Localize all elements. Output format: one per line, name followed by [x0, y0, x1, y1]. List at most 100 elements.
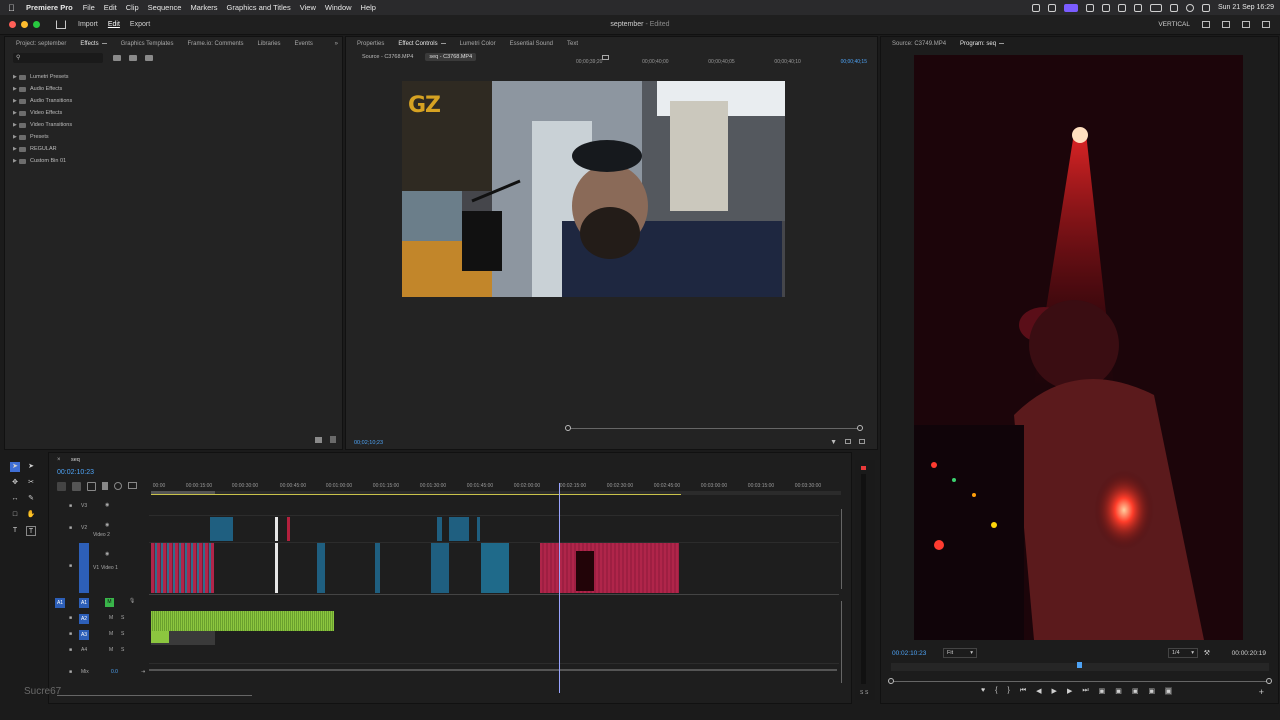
yuv-effects-icon[interactable]: [145, 55, 153, 61]
status-icon[interactable]: [1063, 3, 1078, 12]
comparison-view-icon[interactable]: ▣: [1149, 687, 1156, 695]
video-clip[interactable]: [317, 543, 325, 593]
video-clip[interactable]: [275, 543, 278, 593]
lift-icon[interactable]: ▣: [1099, 687, 1106, 695]
status-icon[interactable]: [1085, 3, 1094, 12]
mute-button[interactable]: M: [109, 631, 113, 637]
list-item[interactable]: ▶ Presets: [13, 131, 342, 143]
timeline-ruler-labels[interactable]: 00:00 00:00:15:00 00:00:30:00 00:00:45:0…: [153, 483, 833, 491]
timeline-playhead[interactable]: [559, 483, 560, 693]
solo-button[interactable]: S: [121, 631, 124, 637]
video-clip[interactable]: [287, 517, 290, 541]
track-header-a3[interactable]: ■ A3 M S: [53, 629, 149, 643]
close-tab-icon[interactable]: ×: [57, 457, 61, 463]
share-icon[interactable]: [1222, 21, 1230, 28]
new-bin-icon[interactable]: [113, 55, 121, 61]
add-marker-icon[interactable]: [102, 482, 108, 490]
wifi-icon[interactable]: [1169, 3, 1178, 12]
track-header-a4[interactable]: ■ A4 M S: [53, 645, 149, 659]
minimize-window-button[interactable]: [21, 21, 28, 28]
tab-libraries[interactable]: Libraries: [251, 41, 288, 47]
zoom-window-button[interactable]: [33, 21, 40, 28]
effect-controls-timecode[interactable]: 00;02;10;23: [354, 440, 383, 446]
snap-icon[interactable]: [72, 482, 81, 491]
more-tabs-icon[interactable]: »: [335, 41, 338, 47]
tab-frameio-comments[interactable]: Frame.io: Comments: [181, 41, 251, 47]
scroll-handle-right[interactable]: [857, 425, 863, 431]
new-custom-bin-icon[interactable]: [315, 437, 322, 443]
sequence-tab[interactable]: seq: [71, 457, 80, 463]
ripple-edit-tool-icon[interactable]: ✥: [10, 478, 20, 488]
menu-file[interactable]: File: [83, 3, 95, 12]
list-item[interactable]: ▶ Custom Bin 01: [13, 155, 342, 167]
selection-tool-icon[interactable]: ➤: [10, 462, 20, 472]
video-clip[interactable]: [481, 543, 509, 593]
target-v1[interactable]: [79, 543, 89, 593]
zoom-handle-left[interactable]: [888, 678, 894, 684]
status-icon[interactable]: [1101, 3, 1110, 12]
mute-button[interactable]: M: [109, 647, 113, 653]
tab-effects[interactable]: Effects: [73, 41, 113, 47]
slip-tool-icon[interactable]: ↔: [10, 494, 20, 504]
eye-icon[interactable]: ◉: [105, 522, 109, 528]
mark-out-icon[interactable]: }: [1008, 687, 1010, 695]
track-header-mix[interactable]: ■ Mix 0.0 ⇥: [53, 667, 149, 681]
list-item[interactable]: ▶ Video Transitions: [13, 119, 342, 131]
zoom-scrollbar[interactable]: [565, 425, 863, 431]
program-scrubber[interactable]: [891, 662, 1269, 671]
fit-dropdown[interactable]: Fit ▾: [943, 648, 977, 658]
go-to-out-icon[interactable]: ⏭: [1082, 687, 1088, 695]
add-button-icon[interactable]: +: [1259, 687, 1264, 697]
tab-lumetri-color[interactable]: Lumetri Color: [453, 41, 503, 47]
tab-essential-sound[interactable]: Essential Sound: [503, 41, 560, 47]
control-center-icon[interactable]: [1201, 3, 1210, 12]
solo-right-label[interactable]: S: [865, 690, 868, 696]
tab-graphics-templates[interactable]: Graphics Templates: [114, 41, 181, 47]
video-clip[interactable]: [151, 543, 214, 593]
eye-icon[interactable]: ◉: [105, 551, 109, 557]
list-item[interactable]: ▶ REGULAR: [13, 143, 342, 155]
close-window-button[interactable]: [9, 21, 16, 28]
effect-controls-ruler[interactable]: 00;00;39;20 00;00;40;00 00;00;40;05 00;0…: [576, 59, 867, 69]
lock-icon[interactable]: ■: [69, 615, 72, 621]
hand-tool-icon[interactable]: ✋: [26, 510, 36, 520]
status-icon[interactable]: [1117, 3, 1126, 12]
settings-icon[interactable]: [114, 482, 122, 490]
tab-text[interactable]: Text: [560, 41, 585, 47]
loop-icon[interactable]: [859, 439, 865, 444]
app-name[interactable]: Premiere Pro: [26, 3, 73, 12]
track-header-v3[interactable]: ■ V3 ◉: [53, 499, 149, 515]
video-clip[interactable]: [449, 517, 469, 541]
timeline-timecode[interactable]: 00:02:10:23: [57, 469, 94, 476]
step-back-icon[interactable]: ◀: [1036, 687, 1041, 695]
captions-icon[interactable]: [128, 482, 137, 489]
program-video-frame[interactable]: [914, 55, 1243, 640]
lock-icon[interactable]: ■: [69, 503, 72, 509]
video-clip[interactable]: [210, 517, 233, 541]
mix-value[interactable]: 0.0: [111, 669, 118, 675]
solo-left-label[interactable]: S: [860, 690, 863, 696]
solo-button[interactable]: S: [121, 615, 124, 621]
scroll-handle-left[interactable]: [565, 425, 571, 431]
list-item[interactable]: ▶ Video Effects: [13, 107, 342, 119]
video-clip[interactable]: [375, 543, 380, 593]
video-clip[interactable]: [540, 543, 679, 593]
menu-view[interactable]: View: [300, 3, 316, 12]
panel-layout-icon[interactable]: [1202, 21, 1210, 28]
feedback-icon[interactable]: [1242, 21, 1250, 28]
filter-icon[interactable]: ▼: [830, 439, 837, 446]
battery-icon[interactable]: [1149, 3, 1162, 12]
horizontal-scrollbar[interactable]: [57, 695, 252, 696]
play-icon[interactable]: ▶: [1052, 687, 1057, 695]
menu-window[interactable]: Window: [325, 3, 352, 12]
add-marker-icon[interactable]: ♥: [981, 687, 985, 695]
workspace-edit[interactable]: Edit: [108, 21, 120, 28]
rectangle-tool-icon[interactable]: □: [10, 510, 20, 520]
audio-clip[interactable]: [151, 631, 169, 643]
effects-search-input[interactable]: ⚲: [13, 53, 103, 63]
video-clip[interactable]: [431, 543, 449, 593]
tab-properties[interactable]: Properties: [350, 41, 391, 47]
source-clip-tab[interactable]: Source - C3768.MP4: [358, 53, 417, 61]
status-icon[interactable]: [1047, 3, 1056, 12]
go-to-in-icon[interactable]: ⏮: [1020, 687, 1026, 695]
